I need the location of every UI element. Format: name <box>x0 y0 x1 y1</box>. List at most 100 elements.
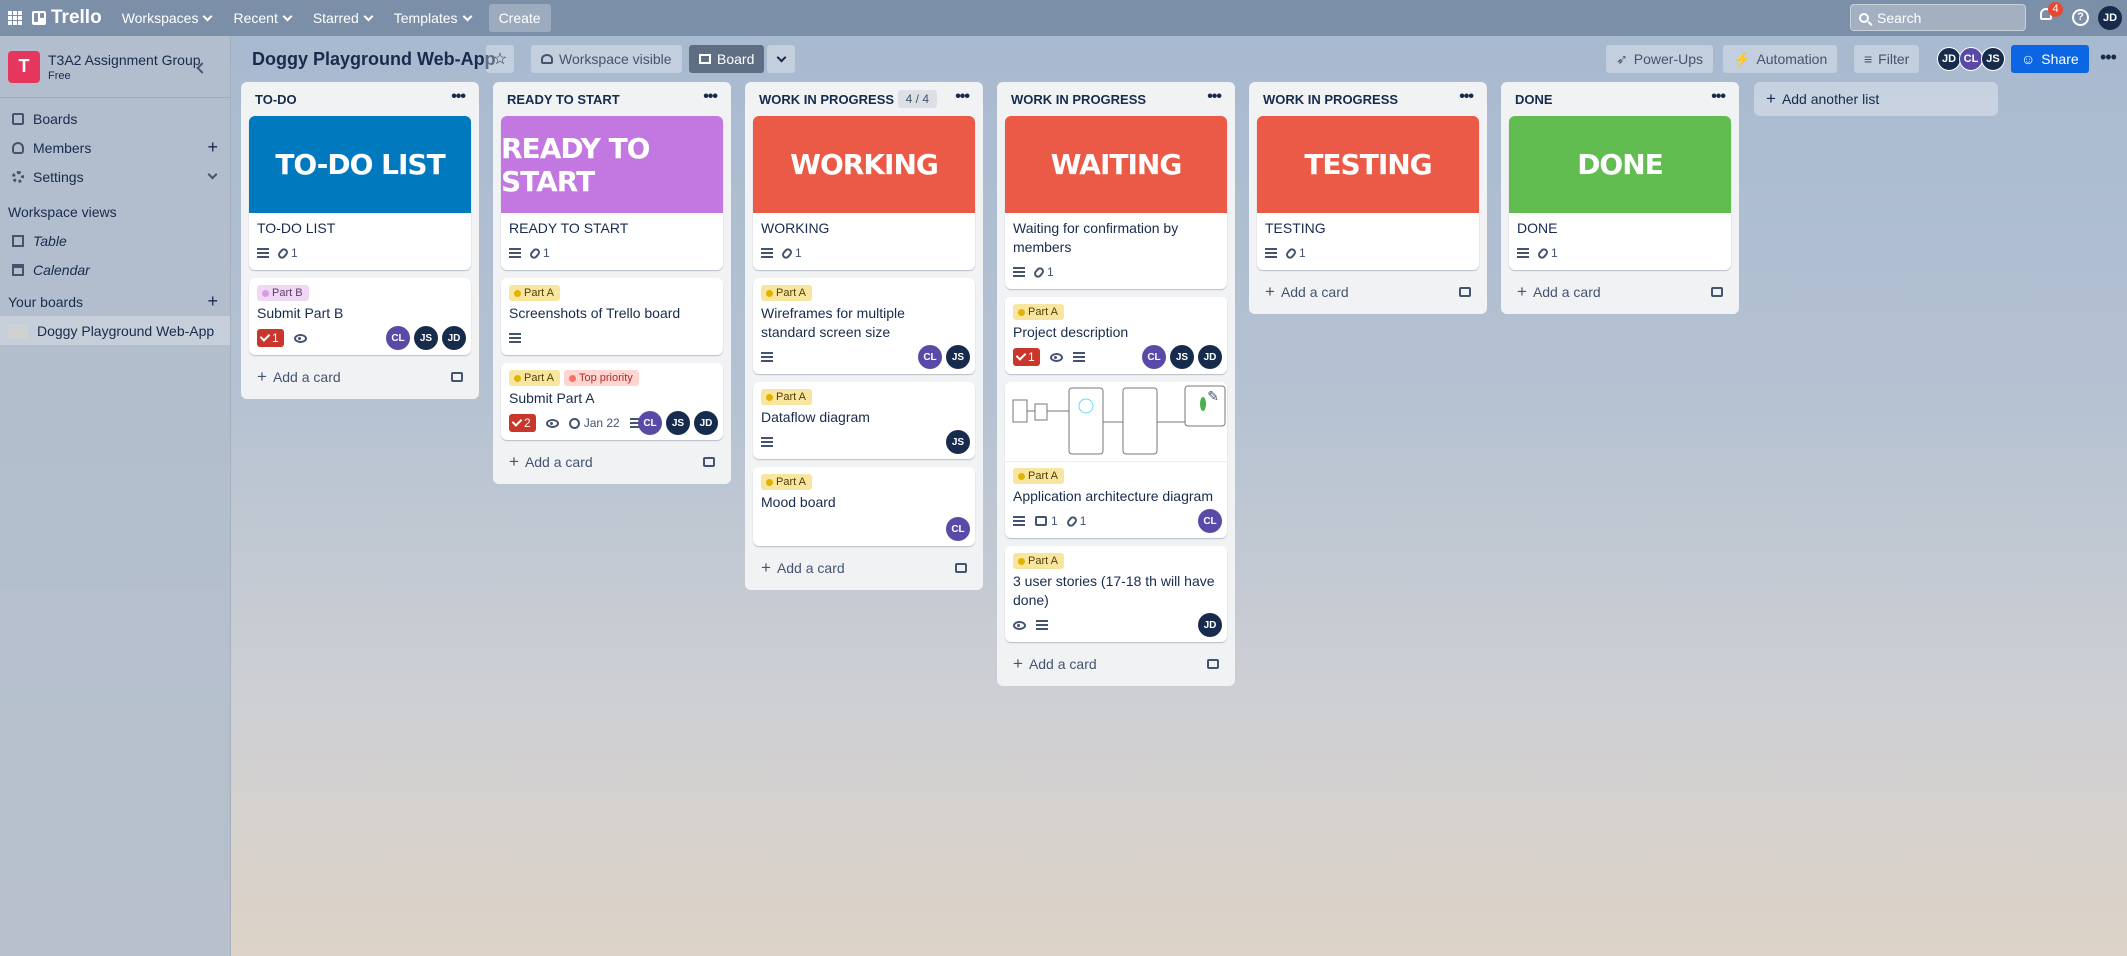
list-title[interactable]: TO-DO <box>255 92 297 107</box>
sidebar-item-boards[interactable]: Boards <box>0 104 230 133</box>
board-menu-icon[interactable]: ••• <box>2100 47 2117 68</box>
list-header[interactable]: WORK IN PROGRESS ••• <box>1005 82 1227 116</box>
member-avatar[interactable]: JS <box>666 411 690 435</box>
list-menu-icon[interactable]: ••• <box>1459 88 1474 106</box>
views-dropdown-button[interactable] <box>767 45 795 73</box>
card[interactable]: Part A Project description 1 CL JS JD <box>1005 297 1227 374</box>
list-header[interactable]: READY TO START ••• <box>501 82 723 116</box>
create-from-template-icon[interactable] <box>1459 287 1471 297</box>
list-menu-icon[interactable]: ••• <box>955 88 970 106</box>
cover-card[interactable]: DONE DONE 1 <box>1509 116 1731 270</box>
list-title[interactable]: READY TO START <box>507 92 620 107</box>
member-avatar[interactable]: CL <box>1142 345 1166 369</box>
member-avatar[interactable]: JD <box>1198 613 1222 637</box>
member-avatar[interactable]: JD <box>442 326 466 350</box>
create-from-template-icon[interactable] <box>451 372 463 382</box>
card[interactable]: ✎ Part A Application architecture diagram 1… <box>1005 382 1227 538</box>
add-card-button[interactable]: + Add a card <box>1257 278 1479 306</box>
member-avatar[interactable]: JS <box>414 326 438 350</box>
help-icon[interactable]: ? <box>2072 9 2089 26</box>
create-from-template-icon[interactable] <box>1711 287 1723 297</box>
chevron-down-icon[interactable] <box>207 169 218 180</box>
notifications-bell-icon[interactable]: 4 <box>2038 2 2063 26</box>
list-menu-icon[interactable]: ••• <box>1207 88 1222 106</box>
trello-logo[interactable]: Trello <box>32 7 102 29</box>
list-title[interactable]: WORK IN PROGRESS <box>1011 92 1146 107</box>
list-header[interactable]: TO-DO ••• <box>249 82 471 116</box>
card-label[interactable]: Top priority <box>563 370 639 386</box>
nav-templates[interactable]: Templates <box>394 10 473 26</box>
board-member-avatar[interactable]: CL <box>1959 47 1983 71</box>
create-button[interactable]: Create <box>488 4 551 32</box>
card-label[interactable]: Part A <box>509 370 560 386</box>
card-label[interactable]: Part A <box>509 285 560 301</box>
member-avatar[interactable]: JD <box>694 411 718 435</box>
card-label[interactable]: Part A <box>1013 553 1064 569</box>
visibility-button[interactable]: Workspace visible <box>531 45 682 73</box>
list-menu-icon[interactable]: ••• <box>1711 88 1726 106</box>
edit-card-icon[interactable]: ✎ <box>1207 388 1219 405</box>
sidebar-item-table[interactable]: Table <box>0 226 230 255</box>
add-card-button[interactable]: + Add a card <box>1509 278 1731 306</box>
card-label[interactable]: Part B <box>257 285 309 301</box>
add-card-button[interactable]: + Add a card <box>501 448 723 476</box>
card[interactable]: Part A Top priority Submit Part A 2 Jan 22 CL… <box>501 363 723 440</box>
due-date-badge[interactable]: Jan 22 <box>568 416 620 430</box>
list-title[interactable]: WORK IN PROGRESS <box>759 92 894 107</box>
board-member-avatar[interactable]: JS <box>1981 47 2005 71</box>
list-menu-icon[interactable]: ••• <box>703 88 718 106</box>
create-from-template-icon[interactable] <box>1207 659 1219 669</box>
list-title[interactable]: WORK IN PROGRESS <box>1263 92 1398 107</box>
add-member-icon[interactable]: + <box>207 137 218 158</box>
sidebar-item-calendar[interactable]: Calendar <box>0 255 230 284</box>
sidebar-item-settings[interactable]: Settings <box>0 162 230 191</box>
list-menu-icon[interactable]: ••• <box>451 88 466 106</box>
card-label[interactable]: Part A <box>1013 304 1064 320</box>
add-card-button[interactable]: + Add a card <box>1005 650 1227 678</box>
create-from-template-icon[interactable] <box>955 563 967 573</box>
cover-card[interactable]: TESTING TESTING 1 <box>1257 116 1479 270</box>
nav-starred[interactable]: Starred <box>313 10 374 26</box>
account-avatar[interactable]: JD <box>2098 6 2122 30</box>
filter-button[interactable]: ≡ Filter <box>1854 45 1920 73</box>
card-label[interactable]: Part A <box>761 474 812 490</box>
share-button[interactable]: ☺ Share <box>2011 45 2089 73</box>
member-avatar[interactable]: CL <box>638 411 662 435</box>
workspace-header[interactable]: T T3A2 Assignment Group Free <box>0 36 230 98</box>
automation-button[interactable]: ⚡ Automation <box>1723 45 1838 73</box>
search-input[interactable]: Search <box>1850 4 2026 31</box>
app-switcher-icon[interactable] <box>8 11 22 25</box>
card[interactable]: Part A Dataflow diagram JS <box>753 382 975 459</box>
member-avatar[interactable]: CL <box>386 326 410 350</box>
add-list-button[interactable]: + Add another list <box>1754 82 1998 116</box>
power-ups-button[interactable]: ➶ Power-Ups <box>1606 45 1713 73</box>
member-avatar[interactable]: JD <box>1198 345 1222 369</box>
cover-card[interactable]: TO-DO LIST TO-DO LIST 1 <box>249 116 471 270</box>
member-avatar[interactable]: CL <box>1198 509 1222 533</box>
card[interactable]: Part A Mood board CL <box>753 467 975 546</box>
card-label[interactable]: Part A <box>761 285 812 301</box>
member-avatar[interactable]: JS <box>946 430 970 454</box>
cover-card[interactable]: READY TO START READY TO START 1 <box>501 116 723 270</box>
nav-workspaces[interactable]: Workspaces <box>122 10 213 26</box>
board-title[interactable]: Doggy Playground Web-App <box>252 49 496 70</box>
card[interactable]: Part A 3 user stories (17-18 th will have… <box>1005 546 1227 642</box>
board-view-button[interactable]: Board <box>689 45 765 73</box>
card-label[interactable]: Part A <box>761 389 812 405</box>
member-avatar[interactable]: CL <box>918 345 942 369</box>
sidebar-item-members[interactable]: Members + <box>0 133 230 162</box>
star-board-button[interactable] <box>486 45 514 73</box>
member-avatar[interactable]: JS <box>1170 345 1194 369</box>
nav-recent[interactable]: Recent <box>233 10 293 26</box>
list-header[interactable]: DONE ••• <box>1509 82 1731 116</box>
list-header[interactable]: WORK IN PROGRESS ••• <box>1257 82 1479 116</box>
member-avatar[interactable]: CL <box>946 517 970 541</box>
cover-card[interactable]: WORKING WORKING 1 <box>753 116 975 270</box>
card[interactable]: Part A Screenshots of Trello board <box>501 278 723 355</box>
add-board-icon[interactable]: + <box>207 291 218 312</box>
card[interactable]: Part A Wireframes for multiple standard s… <box>753 278 975 374</box>
add-card-button[interactable]: + Add a card <box>249 363 471 391</box>
member-avatar[interactable]: JS <box>946 345 970 369</box>
list-title[interactable]: DONE <box>1515 92 1553 107</box>
card-label[interactable]: Part A <box>1013 468 1064 484</box>
